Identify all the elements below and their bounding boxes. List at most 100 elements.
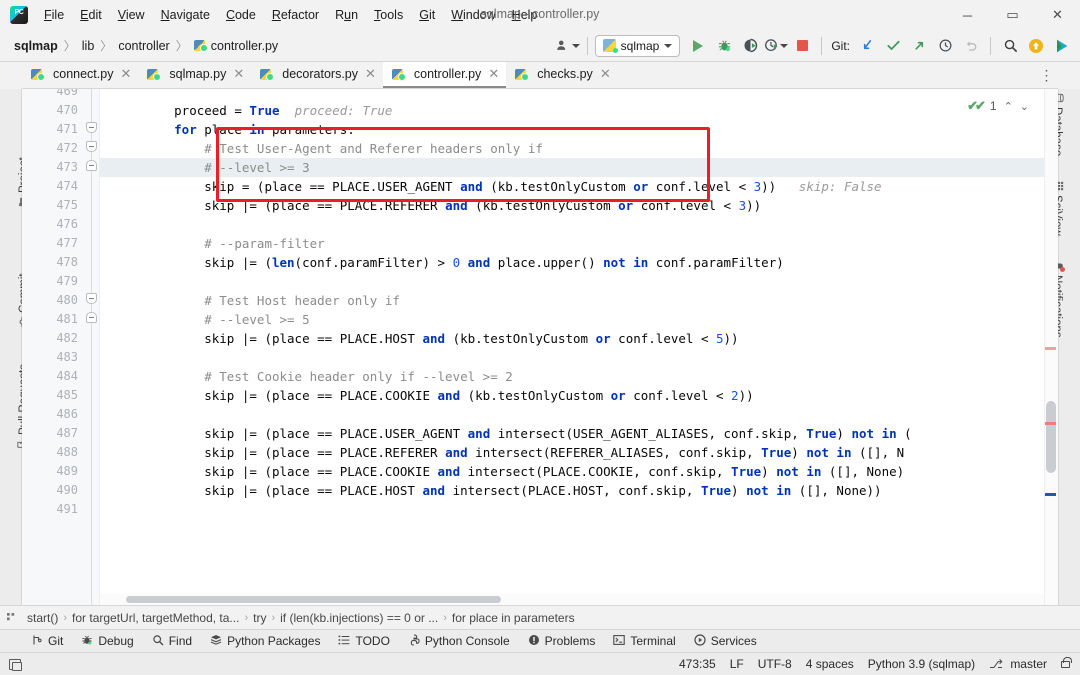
inspection-widget[interactable]: ✔✔ 1 ⌃ ⌄ [964,97,1032,115]
tool-window-find[interactable]: Find [143,632,201,651]
code-editor[interactable]: 469 470 471 472 473 474 475 476 477 478 479 480 481 4… [22,89,1058,605]
code-fold-handle[interactable] [86,141,97,152]
tool-window-services[interactable]: Services [685,632,766,651]
previous-problem-button[interactable]: ⌃ [1004,100,1013,113]
breadcrumb-item-controller[interactable]: controller [114,37,173,55]
code-breadcrumb-item[interactable]: if (len(kb.injections) == 0 or ... [275,611,443,625]
run-configuration-selector[interactable]: sqlmap [594,34,681,57]
ai-assistant-button[interactable] [1050,34,1074,58]
git-branch-widget[interactable]: ⎇ master [989,657,1047,671]
tool-window-problems[interactable]: Problems [519,632,605,651]
tab-close-icon[interactable]: ✕ [233,66,244,82]
menu-item-navigate[interactable]: Navigate [153,5,218,25]
stop-button[interactable] [790,34,814,58]
debug-button[interactable] [712,34,736,58]
editor-vertical-scrollbar[interactable] [1044,89,1058,605]
code-line[interactable]: skip |= (place == PLACE.HOST and interse… [204,481,881,500]
code-fold-handle[interactable] [86,293,97,304]
tool-window-todo[interactable]: TODO [329,632,398,651]
code-line[interactable]: # Test User-Agent and Referer headers on… [204,139,543,158]
code-line[interactable]: proceed = True proceed: True [174,101,392,120]
window-minimize-button[interactable]: ─ [945,0,990,30]
git-update-button[interactable] [855,34,879,58]
tool-window-git[interactable]: Git [22,632,72,651]
code-fold-handle[interactable] [86,122,97,133]
profile-button[interactable] [764,34,789,58]
code-line[interactable]: skip |= (place == PLACE.USER_AGENT and i… [204,424,911,443]
run-button[interactable] [686,34,710,58]
next-problem-button[interactable]: ⌄ [1020,100,1029,113]
lock-icon[interactable] [1061,657,1072,668]
code-line[interactable]: skip |= (place == PLACE.HOST and (kb.tes… [204,329,738,348]
window-close-button[interactable]: ✕ [1035,0,1080,30]
project-widget-icon[interactable] [9,658,22,671]
editor-gutter[interactable]: 469 470 471 472 473 474 475 476 477 478 479 480 481 4… [22,89,100,605]
indent-setting[interactable]: 4 spaces [806,657,854,671]
menu-item-run[interactable]: Run [327,5,366,25]
caret-position[interactable]: 473:35 [679,657,716,671]
git-push-button[interactable] [907,34,931,58]
tab-close-icon[interactable]: ✕ [365,66,376,82]
scrollbar-thumb[interactable] [126,596,501,603]
code-breadcrumb-item[interactable]: for targetUrl, targetMethod, ta... [67,611,244,625]
tool-window-debug[interactable]: Debug [72,632,142,651]
tool-window-python-packages[interactable]: Python Packages [201,632,329,651]
tab-close-icon[interactable]: ✕ [120,66,131,82]
breadcrumb-item-controller-py[interactable]: controller.py [190,37,282,55]
menu-item-tools[interactable]: Tools [366,5,411,25]
editor-tab-decorators-py[interactable]: decorators.py ✕ [251,62,383,88]
code-line[interactable]: skip |= (len(conf.paramFilter) > 0 and p… [204,253,784,272]
editor-tab-checks-py[interactable]: checks.py ✕ [506,62,618,88]
menu-item-refactor[interactable]: Refactor [264,5,327,25]
menu-item-file[interactable]: File [36,5,72,25]
code-line[interactable]: skip |= (place == PLACE.REFERER and (kb.… [204,196,761,215]
code-fold-handle[interactable] [86,312,97,323]
tab-close-icon[interactable]: ✕ [488,66,499,82]
code-breadcrumb-item[interactable]: for place in parameters [447,611,580,625]
line-separator[interactable]: LF [730,657,744,671]
tab-overflow-icon[interactable]: ⋮ [1036,62,1058,88]
scrollbar-thumb[interactable] [1046,401,1056,473]
updates-button[interactable] [1024,34,1048,58]
code-line[interactable]: skip |= (place == PLACE.REFERER and inte… [204,443,904,462]
code-fold-handle[interactable] [86,160,97,171]
python-interpreter[interactable]: Python 3.9 (sqlmap) [868,657,975,671]
code-line[interactable]: # --level >= 5 [204,310,309,329]
tool-window-terminal[interactable]: Terminal [604,632,684,651]
search-everywhere-button[interactable] [998,34,1022,58]
editor-tab-sqlmap-py[interactable]: sqlmap.py ✕ [138,62,251,88]
scrollbar-marker[interactable] [1045,493,1056,496]
user-settings-button[interactable] [556,34,580,58]
git-rollback-button[interactable] [959,34,983,58]
code-line[interactable]: skip |= (place == PLACE.COOKIE and inter… [204,462,904,481]
git-history-button[interactable] [933,34,957,58]
code-line[interactable]: for place in parameters: [174,120,355,139]
editor-tab-controller-py[interactable]: controller.py ✕ [382,62,507,88]
menu-item-help[interactable]: Help [504,5,546,25]
menu-item-code[interactable]: Code [218,5,264,25]
breadcrumb-item-sqlmap[interactable]: sqlmap [10,37,62,55]
scrollbar-marker[interactable] [1045,347,1056,350]
run-with-coverage-button[interactable] [738,34,762,58]
code-line[interactable]: # --level >= 3 [204,158,309,177]
breadcrumb-item-lib[interactable]: lib [78,37,99,55]
menu-item-view[interactable]: View [110,5,153,25]
code-breadcrumb-item[interactable]: try [248,611,271,625]
editor-horizontal-scrollbar[interactable] [100,594,1044,605]
code-breadcrumb-item[interactable]: start() [22,611,63,625]
code-line[interactable]: skip = (place == PLACE.USER_AGENT and (k… [204,177,881,196]
code-line[interactable]: # --param-filter [204,234,324,253]
editor-tab-connect-py[interactable]: connect.py ✕ [22,62,138,88]
git-commit-button[interactable] [881,34,905,58]
menu-item-git[interactable]: Git [411,5,443,25]
tool-window-python-console[interactable]: Python Console [399,632,519,651]
scrollbar-marker[interactable] [1045,422,1056,425]
menu-item-window[interactable]: Window [443,5,503,25]
code-line[interactable]: skip |= (place == PLACE.COOKIE and (kb.t… [204,386,753,405]
code-content[interactable]: proceed = True proceed: True for place in… [100,89,1058,605]
code-line[interactable]: # Test Host header only if [204,291,400,310]
tab-close-icon[interactable]: ✕ [600,66,611,82]
file-encoding[interactable]: UTF-8 [758,657,792,671]
code-line[interactable]: # Test Cookie header only if --level >= … [204,367,513,386]
window-maximize-button[interactable]: ▭ [990,0,1035,30]
